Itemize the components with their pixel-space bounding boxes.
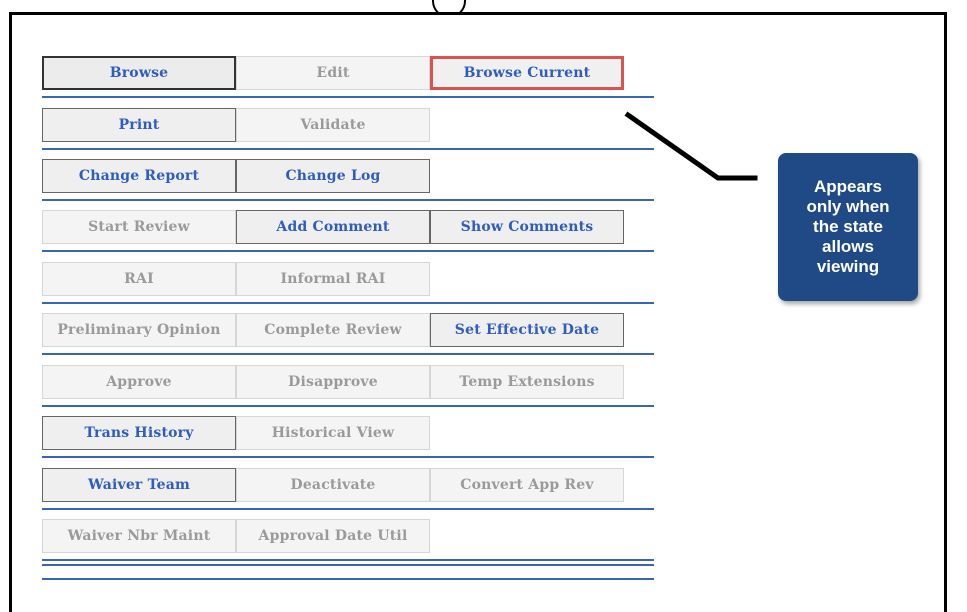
trans-history-button[interactable]: Trans History xyxy=(42,416,236,450)
row-separator xyxy=(42,456,654,458)
button-row: Print Validate xyxy=(42,102,654,150)
button-row: RAI Informal RAI xyxy=(42,256,654,304)
preliminary-opinion-button: Preliminary Opinion xyxy=(42,313,236,347)
edit-button: Edit xyxy=(236,56,430,90)
button-row: Waiver Team Deactivate Convert App Rev xyxy=(42,462,654,510)
row-separator xyxy=(42,250,654,252)
button-row: Start Review Add Comment Show Comments xyxy=(42,204,654,252)
validate-button: Validate xyxy=(236,108,430,142)
convert-app-rev-button: Convert App Rev xyxy=(430,468,624,502)
button-row: Trans History Historical View xyxy=(42,410,654,458)
row-separator xyxy=(42,559,654,561)
browse-current-button[interactable]: Browse Current xyxy=(430,56,624,90)
informal-rai-button: Informal RAI xyxy=(236,262,430,296)
row-separator xyxy=(42,148,654,150)
approval-date-util-button: Approval Date Util xyxy=(236,519,430,553)
row-separator xyxy=(42,353,654,355)
button-row: Preliminary Opinion Complete Review Set Ef… xyxy=(42,307,654,355)
waiver-nbr-maint-button: Waiver Nbr Maint xyxy=(42,519,236,553)
waiver-team-button[interactable]: Waiver Team xyxy=(42,468,236,502)
complete-review-button: Complete Review xyxy=(236,313,430,347)
row-separator xyxy=(42,199,654,201)
button-row: Approve Disapprove Temp Extensions xyxy=(42,359,654,407)
change-log-button[interactable]: Change Log xyxy=(236,159,430,193)
rai-button: RAI xyxy=(42,262,236,296)
row-separator xyxy=(42,405,654,407)
change-report-button[interactable]: Change Report xyxy=(42,159,236,193)
temp-extensions-button: Temp Extensions xyxy=(430,365,624,399)
bottom-separator-row xyxy=(42,564,654,608)
add-comment-button[interactable]: Add Comment xyxy=(236,210,430,244)
row-separator xyxy=(42,564,654,566)
approve-button: Approve xyxy=(42,365,236,399)
set-effective-date-button[interactable]: Set Effective Date xyxy=(430,313,624,347)
historical-view-button: Historical View xyxy=(236,416,430,450)
button-row: Change Report Change Log xyxy=(42,153,654,201)
disapprove-button: Disapprove xyxy=(236,365,430,399)
show-comments-button[interactable]: Show Comments xyxy=(430,210,624,244)
row-separator xyxy=(42,302,654,304)
start-review-button: Start Review xyxy=(42,210,236,244)
row-separator xyxy=(42,578,654,580)
button-row: Browse Edit Browse Current xyxy=(42,50,654,98)
annotation-callout: Appears only when the state allows viewi… xyxy=(778,153,918,301)
button-row: Waiver Nbr Maint Approval Date Util xyxy=(42,513,654,561)
row-separator xyxy=(42,96,654,98)
deactivate-button: Deactivate xyxy=(236,468,430,502)
print-button[interactable]: Print xyxy=(42,108,236,142)
callout-text: Appears only when the state allows viewi… xyxy=(806,177,890,276)
row-separator xyxy=(42,508,654,510)
browse-button[interactable]: Browse xyxy=(42,56,236,90)
